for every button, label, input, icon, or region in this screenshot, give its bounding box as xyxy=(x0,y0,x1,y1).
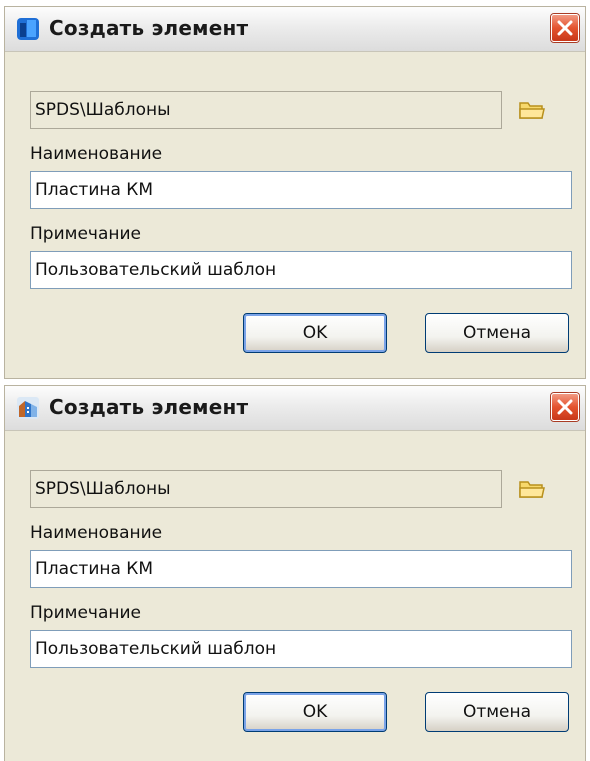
close-icon xyxy=(557,399,573,415)
close-button[interactable] xyxy=(551,393,579,421)
note-label: Примечание xyxy=(30,603,141,623)
name-input[interactable]: Пластина КМ xyxy=(30,171,572,209)
note-label: Примечание xyxy=(30,224,141,244)
ok-button[interactable]: OK xyxy=(243,692,387,732)
title-bar[interactable]: Создать элемент xyxy=(5,386,585,431)
close-icon xyxy=(557,20,573,36)
folder-browse-icon[interactable] xyxy=(517,476,547,502)
path-field: SPDS\Шаблоны xyxy=(30,91,502,129)
create-element-dialog: Создать элемент SPDS\Шаблоны Наименовани… xyxy=(4,6,586,379)
path-field: SPDS\Шаблоны xyxy=(30,470,502,508)
note-input[interactable]: Пользовательский шаблон xyxy=(30,251,572,289)
note-input[interactable]: Пользовательский шаблон xyxy=(30,630,572,668)
create-element-dialog: Создать элемент SPDS\Шаблоны Наименовани… xyxy=(4,385,586,761)
cancel-button[interactable]: Отмена xyxy=(425,692,569,732)
ok-button[interactable]: OK xyxy=(243,313,387,353)
app-icon xyxy=(17,18,39,40)
title-bar[interactable]: Создать элемент xyxy=(5,7,585,52)
dialog-title: Создать элемент xyxy=(49,395,249,419)
cancel-button[interactable]: Отмена xyxy=(425,313,569,353)
building-icon xyxy=(17,397,39,419)
close-button[interactable] xyxy=(551,14,579,42)
folder-browse-icon[interactable] xyxy=(517,97,547,123)
name-label: Наименование xyxy=(30,144,163,164)
name-label: Наименование xyxy=(30,523,163,543)
dialog-title: Создать элемент xyxy=(49,16,249,40)
name-input[interactable]: Пластина КМ xyxy=(30,550,572,588)
